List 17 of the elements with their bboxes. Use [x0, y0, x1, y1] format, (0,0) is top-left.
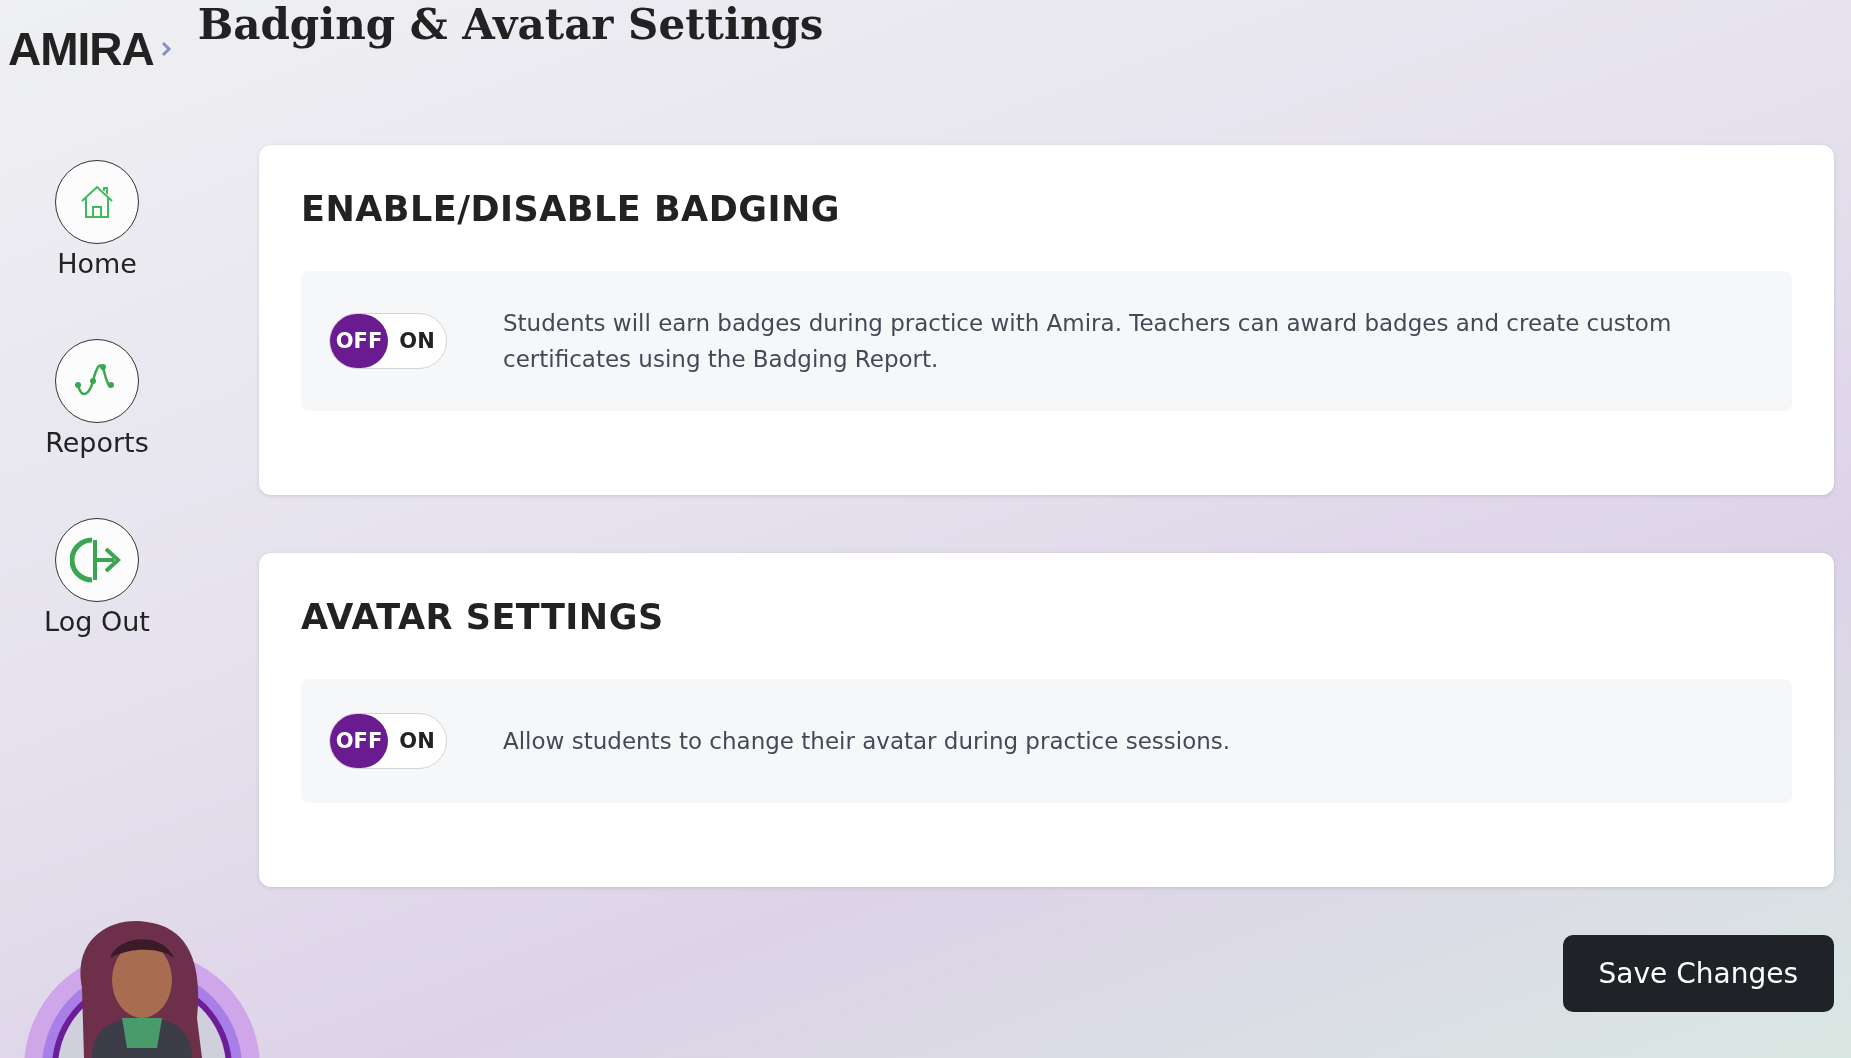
off-on-toggle[interactable]: OFF ON — [329, 313, 447, 369]
section-title: ENABLE/DISABLE BADGING — [301, 189, 841, 229]
nav-label: Log Out — [44, 606, 150, 637]
nav-label: Reports — [45, 427, 149, 458]
chevron-icon — [159, 40, 172, 58]
page-title: Badging & Avatar Settings — [197, 2, 824, 49]
toggle-option[interactable]: ON — [388, 714, 446, 768]
toggle-option[interactable]: OFF — [330, 714, 388, 768]
logo: AMIRA — [8, 26, 154, 72]
section-title: AVATAR SETTINGS — [301, 597, 665, 637]
setting-description: Allow students to change their avatar during practice sessions. — [503, 727, 1231, 756]
save-changes-button[interactable]: Save Changes — [1562, 935, 1834, 1012]
setting-description: Students will earn badges during practice with Amira. Teachers can award badges and create custom certificates using the Badging Report. — [503, 309, 1673, 374]
toggle-option[interactable]: ON — [388, 314, 446, 368]
nav-label: Home — [57, 248, 137, 279]
off-on-toggle[interactable]: OFF ON — [329, 713, 447, 769]
toggle-option[interactable]: OFF — [330, 314, 388, 368]
